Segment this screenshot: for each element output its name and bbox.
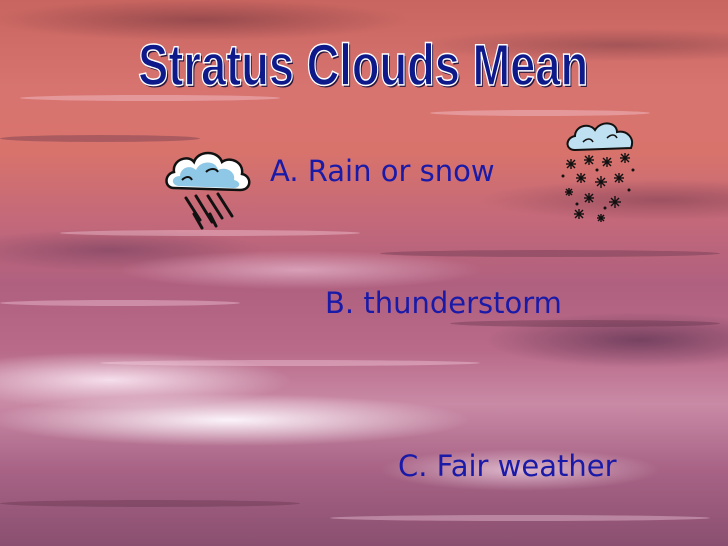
cloud-streak: [450, 320, 720, 327]
answer-option-c[interactable]: C. Fair weather: [398, 449, 617, 483]
cloud-streak: [0, 135, 200, 142]
rain-cloud-icon: [165, 151, 251, 230]
cloud-streak: [100, 360, 480, 366]
answer-option-b[interactable]: B. thunderstorm: [325, 286, 562, 320]
cloud-streak: [430, 110, 650, 116]
cloud-streak: [380, 250, 720, 257]
cloud-streak: [0, 500, 300, 507]
answer-option-a[interactable]: A. Rain or snow: [270, 154, 495, 188]
cloud-streak: [0, 300, 240, 306]
cloud-streak: [330, 515, 710, 521]
slide-title: Stratus Clouds Mean: [138, 32, 589, 99]
snow-cloud-icon: [561, 122, 635, 222]
